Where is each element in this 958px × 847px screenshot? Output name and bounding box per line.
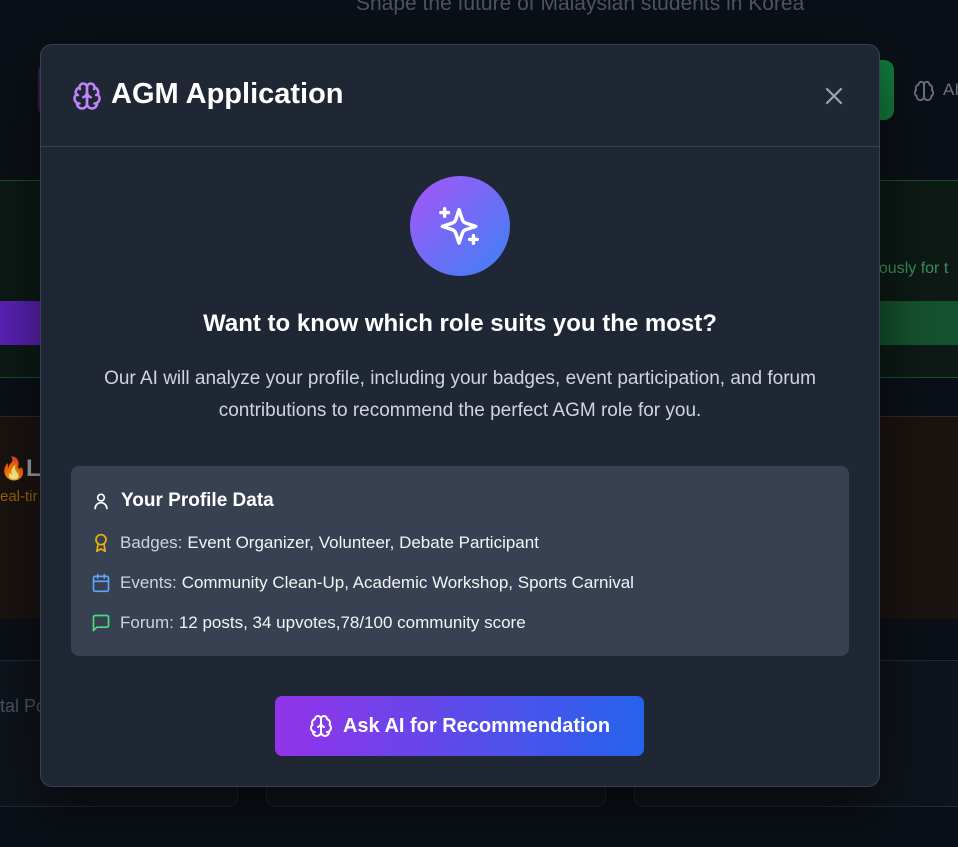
close-button[interactable]: [817, 79, 851, 113]
profile-data-header: Your Profile Data: [91, 490, 274, 512]
background-ai-button-label: AI: [943, 80, 958, 99]
profile-data-title: Your Profile Data: [121, 490, 274, 511]
brain-icon: [913, 80, 935, 102]
ai-description: Our AI will analyze your profile, includ…: [104, 368, 816, 421]
forum-value: 12 posts, 34 upvotes,78/100 community sc…: [178, 613, 526, 632]
page-subtitle: Shape the future of Malaysian students i…: [356, 0, 805, 15]
role-question: Want to know which role suits you the mo…: [203, 310, 717, 337]
background-live-title: L: [26, 455, 41, 482]
brain-icon: [72, 81, 102, 111]
profile-data-box: Your Profile Data Badges: Event Organize…: [71, 466, 849, 656]
modal-title: AGM Application: [111, 78, 344, 110]
badges-label: Badges:: [120, 533, 183, 552]
profile-forum-row: Forum: 12 posts, 34 upvotes,78/100 commu…: [91, 613, 526, 633]
brain-icon: [309, 714, 333, 738]
sparkles-badge: [410, 176, 510, 276]
calendar-icon: [91, 573, 111, 593]
close-icon: [825, 87, 843, 105]
forum-label: Forum:: [120, 613, 174, 632]
badges-value: Event Organizer, Volunteer, Debate Parti…: [187, 533, 539, 552]
background-live-subtitle: eal-tir: [0, 488, 38, 505]
agm-application-modal: AGM Application Want to know which role …: [40, 44, 880, 787]
profile-events-row: Events: Community Clean-Up, Academic Wor…: [91, 573, 634, 593]
message-icon: [91, 613, 111, 633]
sparkles-icon: [439, 207, 479, 245]
background-announcement-text: eously for t: [870, 260, 949, 277]
profile-badges-row: Badges: Event Organizer, Volunteer, Deba…: [91, 533, 539, 553]
ask-ai-button-label: Ask AI for Recommendation: [342, 714, 611, 737]
background-green-bar: [870, 301, 958, 345]
ask-ai-recommendation-button[interactable]: Ask AI for Recommendation: [275, 696, 644, 756]
background-purple-bar: [0, 301, 45, 345]
events-label: Events:: [120, 573, 177, 592]
award-icon: [91, 533, 111, 553]
user-icon: [91, 491, 111, 511]
modal-header: AGM Application: [41, 45, 879, 147]
fire-icon: 🔥: [0, 456, 28, 481]
events-value: Community Clean-Up, Academic Workshop, S…: [181, 573, 634, 592]
